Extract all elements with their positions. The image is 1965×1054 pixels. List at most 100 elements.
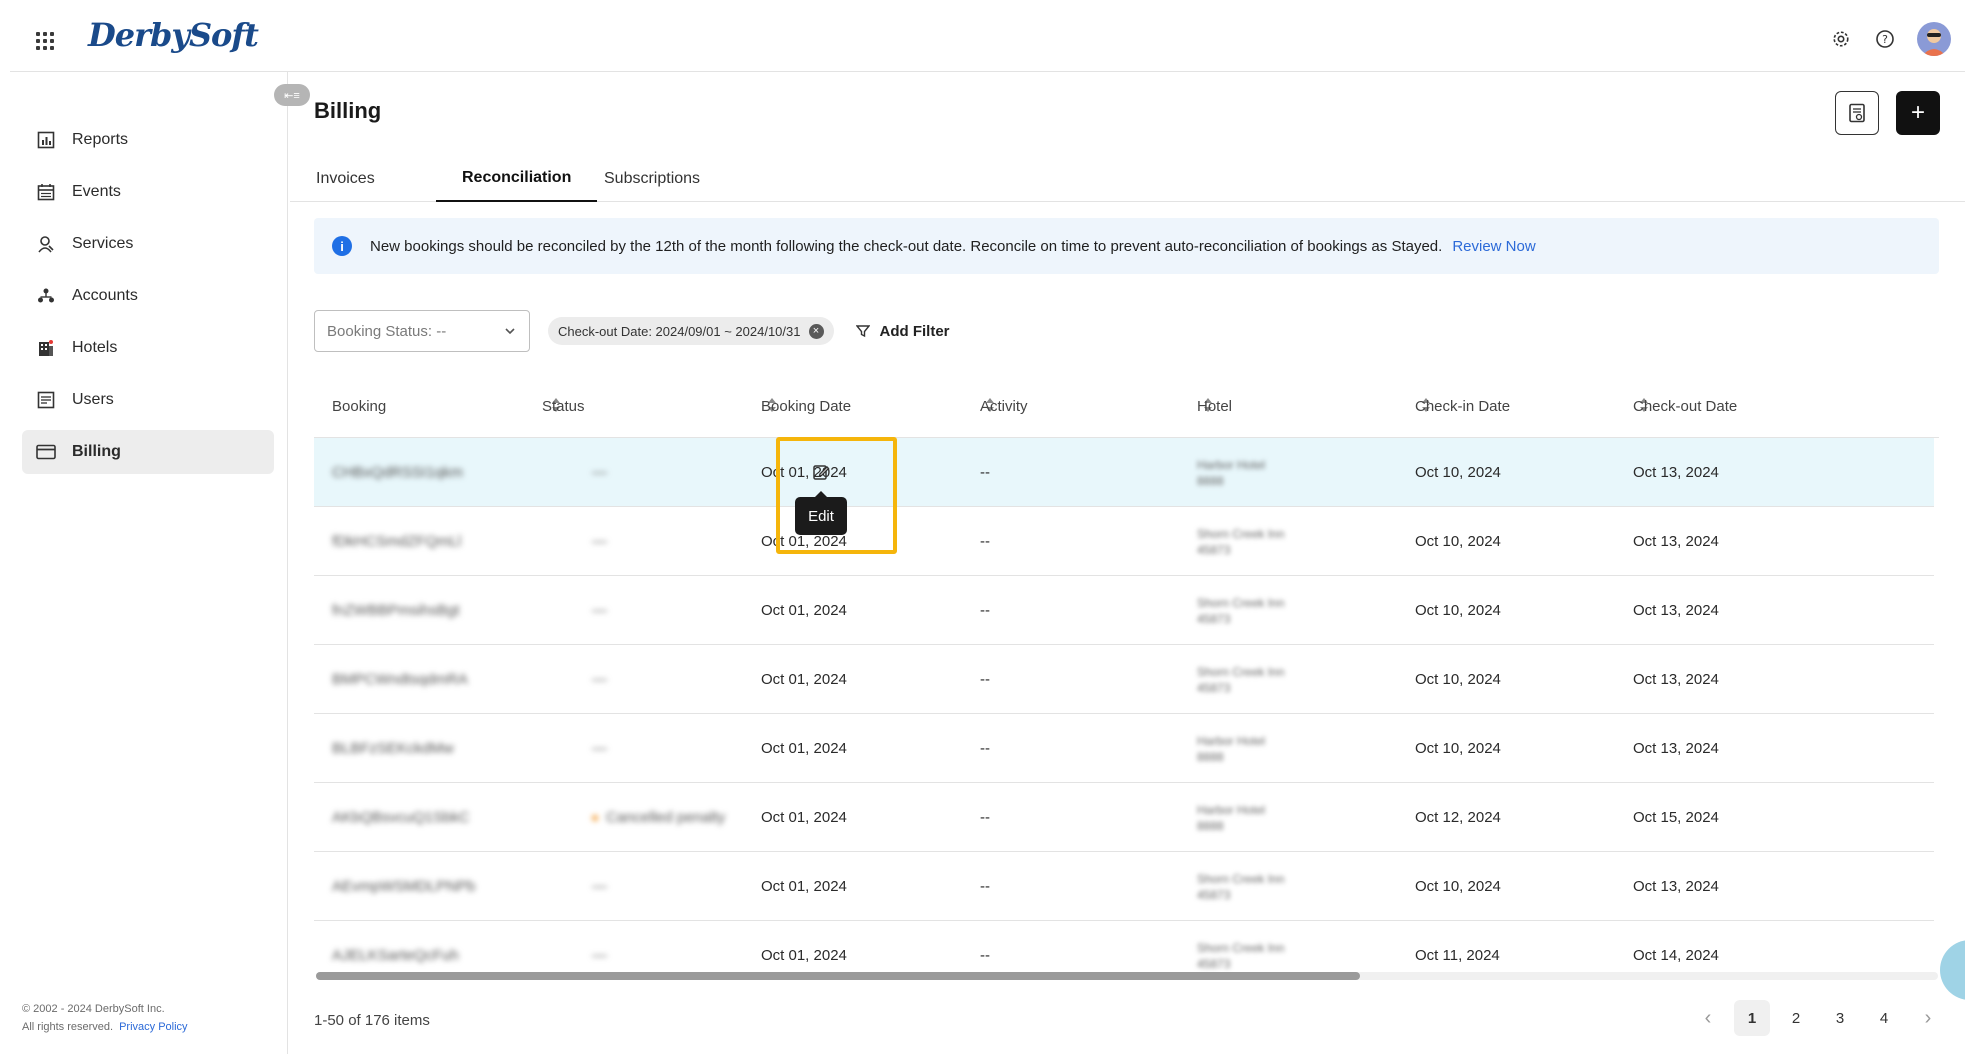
page-4-button[interactable]: 4: [1866, 1000, 1902, 1036]
pagination: ‹ 1 2 3 4 ›: [1690, 1000, 1946, 1036]
add-button[interactable]: +: [1896, 91, 1940, 135]
banner-text: New bookings should be reconciled by the…: [370, 237, 1443, 255]
prev-page-icon[interactable]: ‹: [1690, 1000, 1726, 1036]
sidebar-item-hotels[interactable]: Hotels: [22, 326, 274, 370]
derbysoft-logo[interactable]: DerbySoft: [88, 16, 259, 54]
filter-icon: [855, 325, 870, 338]
checkout-date: Oct 13, 2024: [1633, 671, 1719, 688]
review-now-link[interactable]: Review Now: [1452, 238, 1535, 255]
sidebar-item-events[interactable]: Events: [22, 170, 274, 214]
edit-icon[interactable]: [810, 461, 832, 483]
events-icon: [36, 182, 56, 202]
booking-date: Oct 01, 2024: [761, 878, 847, 895]
close-icon[interactable]: ×: [808, 323, 824, 339]
column-header-hotel[interactable]: Hotel: [1197, 374, 1232, 438]
checkin-date: Oct 10, 2024: [1415, 464, 1501, 481]
sidebar-item-billing[interactable]: Billing: [22, 430, 274, 474]
hotels-icon: [36, 338, 56, 358]
checkout-date-filter-chip[interactable]: Check-out Date: 2024/09/01 ~ 2024/10/31 …: [548, 317, 834, 345]
hotel-cell: Shorn Creek Inn 45873: [1197, 645, 1284, 714]
checkout-date: Oct 13, 2024: [1633, 533, 1719, 550]
table-row[interactable]: AEvmpWSMDLPNPb — Oct 01, 2024 -- Shorn C…: [314, 852, 1934, 921]
table-row[interactable]: fnZWBBPmsihsBgt — Oct 01, 2024 -- Shorn …: [314, 576, 1934, 645]
activity: --: [980, 464, 990, 481]
hotel-code: 45873: [1197, 680, 1231, 695]
hotel-code: 8888: [1197, 473, 1224, 488]
filter-bar: Booking Status: -- Check-out Date: 2024/…: [314, 310, 950, 352]
sidebar-item-users[interactable]: Users: [22, 378, 274, 422]
table-row[interactable]: fDkHCSmdZFQmLl — Oct 01, 2024 -- Shorn C…: [314, 507, 1934, 576]
svg-text:?: ?: [1882, 33, 1888, 46]
booking-id[interactable]: AKbQBsvcuQ1SbkC: [332, 783, 470, 852]
billing-icon: [36, 442, 56, 462]
booking-id[interactable]: AJELKSarteQcFuh: [332, 921, 459, 974]
booking-id[interactable]: BMPCWndtsqdmRA: [332, 645, 468, 714]
table-row[interactable]: AJELKSarteQcFuh — Oct 01, 2024 -- Shorn …: [314, 921, 1934, 974]
privacy-policy-link[interactable]: Privacy Policy: [119, 1021, 187, 1033]
tab-invoices[interactable]: Invoices: [290, 156, 401, 202]
info-banner: i New bookings should be reconciled by t…: [314, 218, 1939, 274]
top-header: DerbySoft ?: [10, 0, 1965, 72]
table-row[interactable]: CHBxQdRSSI1qkm — Oct 01, 2024 -- Harbor …: [314, 438, 1934, 507]
hotel-code: 8888: [1197, 818, 1224, 833]
sidebar-item-accounts[interactable]: Accounts: [22, 274, 274, 318]
column-header-status[interactable]: Status: [542, 374, 585, 438]
reports-icon: [36, 130, 56, 150]
booking-id[interactable]: AEvmpWSMDLPNPb: [332, 852, 475, 921]
booking-date: Oct 01, 2024: [761, 602, 847, 619]
booking-id[interactable]: fDkHCSmdZFQmLl: [332, 507, 461, 576]
hotel-cell: Shorn Creek Inn 45873: [1197, 507, 1284, 576]
add-filter-label: Add Filter: [879, 322, 950, 340]
booking-id[interactable]: BLBFzSEKckdMw: [332, 714, 454, 783]
activity: --: [980, 533, 990, 550]
tab-subscriptions[interactable]: Subscriptions: [578, 156, 726, 202]
add-filter-button[interactable]: Add Filter: [855, 322, 950, 340]
column-header-booking[interactable]: Booking: [332, 374, 386, 438]
activity: --: [980, 740, 990, 757]
column-header-booking-date[interactable]: Booking Date: [761, 374, 851, 438]
page-1-button[interactable]: 1: [1734, 1000, 1770, 1036]
column-header-checkout-date[interactable]: Check-out Date: [1633, 374, 1737, 438]
horizontal-scrollbar[interactable]: [316, 972, 1360, 980]
users-icon: [36, 390, 56, 410]
status-text: —: [592, 671, 607, 688]
column-header-checkin-date[interactable]: Check-in Date: [1415, 374, 1510, 438]
settings-icon[interactable]: [1829, 27, 1853, 51]
bookings-table: Booking Status Booking Date Activity Hot…: [314, 374, 1939, 974]
booking-id[interactable]: fnZWBBPmsihsBgt: [332, 576, 460, 645]
table-row[interactable]: BMPCWndtsqdmRA — Oct 01, 2024 -- Shorn C…: [314, 645, 1934, 714]
collapse-sidebar-button[interactable]: ⇤≡: [274, 84, 310, 106]
status-text: —: [592, 533, 607, 550]
hotel-name: Shorn Creek Inn: [1197, 871, 1285, 886]
sidebar-item-reports[interactable]: Reports: [22, 118, 274, 162]
apps-grid-icon[interactable]: [34, 30, 60, 56]
sidebar-item-label: Users: [72, 391, 114, 408]
hotel-name: Harbor Hotel: [1197, 457, 1266, 472]
booking-date: Oct 01, 2024: [761, 809, 847, 826]
hotel-cell: Shorn Creek Inn 45873: [1197, 921, 1284, 974]
user-avatar[interactable]: [1917, 22, 1951, 56]
table-row[interactable]: BLBFzSEKckdMw — Oct 01, 2024 -- Harbor H…: [314, 714, 1934, 783]
page-3-button[interactable]: 3: [1822, 1000, 1858, 1036]
booking-date: Oct 01, 2024: [761, 740, 847, 757]
hotel-code: 45873: [1197, 887, 1231, 902]
booking-date: Oct 01, 2024: [761, 671, 847, 688]
sidebar-footer: © 2002 - 2024 DerbySoft Inc. All rights …: [22, 1000, 188, 1036]
booking-status-value: Booking Status: --: [327, 322, 447, 340]
tab-reconciliation[interactable]: Reconciliation: [436, 156, 598, 202]
reconcile-report-button[interactable]: [1835, 91, 1879, 135]
status-text: —: [592, 740, 607, 757]
column-header-activity[interactable]: Activity: [980, 374, 1028, 438]
checkout-date: Oct 13, 2024: [1633, 464, 1719, 481]
checkout-date: Oct 13, 2024: [1633, 740, 1719, 757]
help-icon[interactable]: ?: [1873, 27, 1897, 51]
status-text: —: [592, 464, 607, 481]
page-2-button[interactable]: 2: [1778, 1000, 1814, 1036]
table-row[interactable]: AKbQBsvcuQ1SbkC Cancelled penalty Oct 01…: [314, 783, 1934, 852]
next-page-icon[interactable]: ›: [1910, 1000, 1946, 1036]
checkin-date: Oct 10, 2024: [1415, 602, 1501, 619]
pagination-summary: 1-50 of 176 items: [314, 1012, 430, 1029]
booking-id[interactable]: CHBxQdRSSI1qkm: [332, 438, 463, 507]
sidebar-item-services[interactable]: Services: [22, 222, 274, 266]
booking-status-select[interactable]: Booking Status: --: [314, 310, 530, 352]
